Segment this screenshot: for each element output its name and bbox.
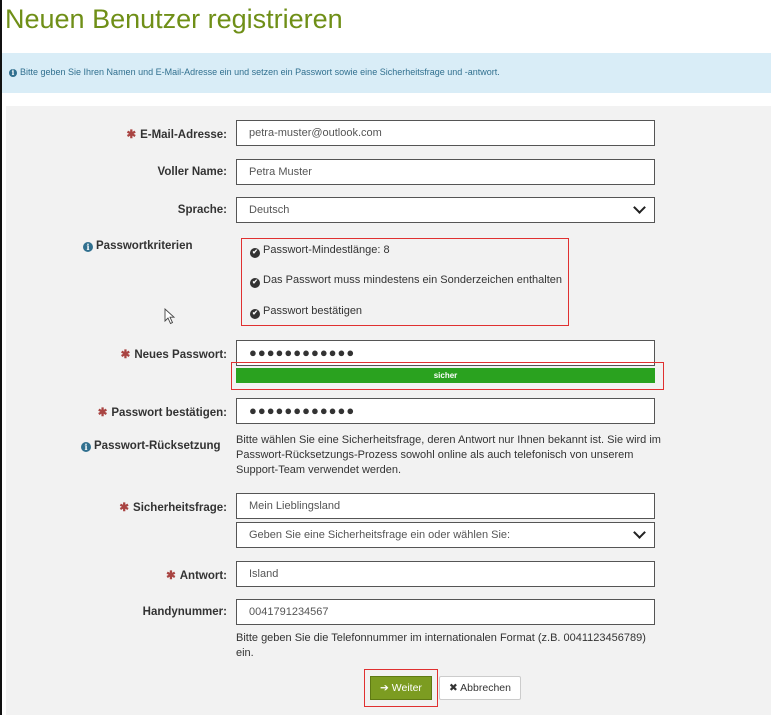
info-circle-icon: i: [83, 242, 93, 252]
language-select-value: Deutsch: [249, 204, 290, 216]
criteria-item: ✔ Das Passwort muss mindestens ein Sonder…: [250, 274, 562, 288]
chevron-down-icon: [633, 526, 646, 539]
security-question-label-text: Sicherheitsfrage:: [133, 502, 227, 514]
language-select[interactable]: Deutsch: [236, 197, 655, 223]
next-button-highlight: ➔ Weiter: [364, 669, 438, 707]
asterisk-icon: ✱: [166, 570, 176, 582]
info-circle-icon: i: [81, 442, 91, 452]
password-confirm-label-text: Passwort bestätigen:: [111, 407, 227, 419]
info-banner: i Bitte geben Sie Ihren Namen und E-Mail-…: [2, 53, 771, 93]
password-confirm-input[interactable]: ●●●●●●●●●●●●: [236, 398, 655, 424]
reset-label-text: Passwort-Rücksetzung: [94, 440, 221, 452]
info-message: i Bitte geben Sie Ihren Namen und E-Mail-…: [9, 67, 500, 77]
email-label: ✱ E-Mail-Adresse:: [126, 127, 227, 141]
info-message-text: Bitte geben Sie Ihren Namen und E-Mail-A…: [20, 67, 500, 77]
criteria-item-text: Passwort bestätigen: [263, 305, 363, 317]
reset-description: Bitte wählen Sie eine Sicherheitsfrage, …: [236, 434, 661, 476]
security-question-label: ✱ Sicherheitsfrage:: [119, 500, 227, 514]
check-circle-icon: ✔: [250, 278, 260, 288]
criteria-item: ✔ Passwort bestätigen: [250, 305, 362, 319]
password-strength-highlight: sicher: [231, 362, 664, 390]
password-label: ✱ Neues Passwort:: [121, 347, 227, 361]
security-question-select-value: Geben Sie eine Sicherheitsfrage ein oder…: [249, 529, 511, 541]
cancel-button-label: Abbrechen: [460, 682, 511, 694]
security-question-select[interactable]: Geben Sie eine Sicherheitsfrage ein oder…: [236, 522, 655, 548]
phone-label: Handynummer:: [142, 606, 227, 618]
phone-hint: Bitte geben Sie die Telefonnummer im int…: [236, 632, 646, 659]
check-circle-icon: ✔: [250, 309, 260, 319]
password-confirm-label: ✱ Passwort bestätigen:: [98, 405, 227, 419]
info-circle-icon: i: [9, 69, 17, 77]
answer-label: ✱ Antwort:: [166, 568, 227, 582]
password-strength-meter: sicher: [236, 368, 655, 383]
security-question-input[interactable]: Mein Lieblingsland: [236, 493, 655, 519]
check-circle-icon: ✔: [250, 248, 260, 258]
criteria-item-text: Das Passwort muss mindestens ein Sonderz…: [263, 274, 562, 286]
asterisk-icon: ✱: [119, 502, 130, 514]
fullname-label: Voller Name:: [157, 166, 227, 178]
answer-label-text: Antwort:: [179, 570, 227, 582]
fullname-input[interactable]: Petra Muster: [236, 159, 655, 185]
criteria-label: i Passwortkriterien: [83, 240, 193, 252]
arrow-right-icon: ➔: [380, 682, 389, 694]
answer-input[interactable]: Island: [236, 561, 655, 587]
criteria-item: ✔ Passwort-Mindestlänge: 8: [250, 244, 390, 258]
reset-label: i Passwort-Rücksetzung: [81, 440, 221, 452]
criteria-label-text: Passwortkriterien: [96, 240, 193, 252]
next-button-label: Weiter: [391, 682, 422, 694]
language-label: Sprache:: [177, 204, 227, 216]
asterisk-icon: ✱: [120, 349, 131, 361]
email-input[interactable]: petra-muster@outlook.com: [236, 120, 655, 146]
window-left-border: [0, 0, 2, 715]
criteria-item-text: Passwort-Mindestlänge: 8: [263, 244, 390, 256]
mouse-pointer-icon: [164, 308, 176, 325]
email-label-text: E-Mail-Adresse:: [140, 129, 227, 141]
chevron-down-icon: [633, 201, 646, 214]
next-button[interactable]: ➔ Weiter: [370, 676, 432, 700]
asterisk-icon: ✱: [126, 129, 137, 141]
phone-input[interactable]: 0041791234567: [236, 599, 655, 625]
asterisk-icon: ✱: [97, 407, 108, 419]
page-title: Neuen Benutzer registrieren: [5, 4, 343, 34]
password-label-text: Neues Passwort:: [134, 349, 227, 361]
cancel-button[interactable]: ✖ Abbrechen: [439, 676, 521, 700]
password-criteria-list: ✔ Passwort-Mindestlänge: 8 ✔ Das Passwort …: [241, 238, 569, 326]
close-icon: ✖: [449, 682, 458, 694]
